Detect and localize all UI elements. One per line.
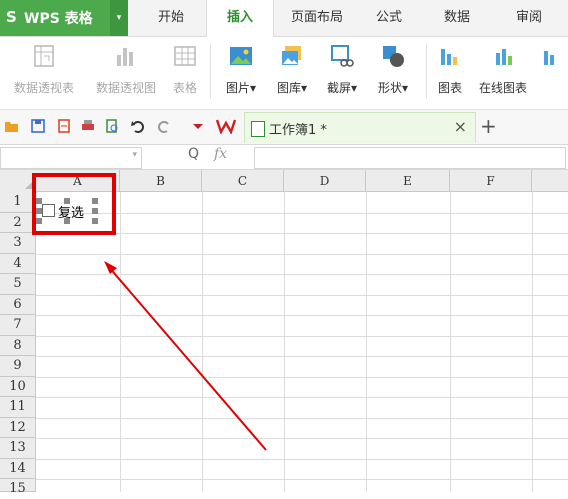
annotation-arrow (104, 261, 267, 451)
